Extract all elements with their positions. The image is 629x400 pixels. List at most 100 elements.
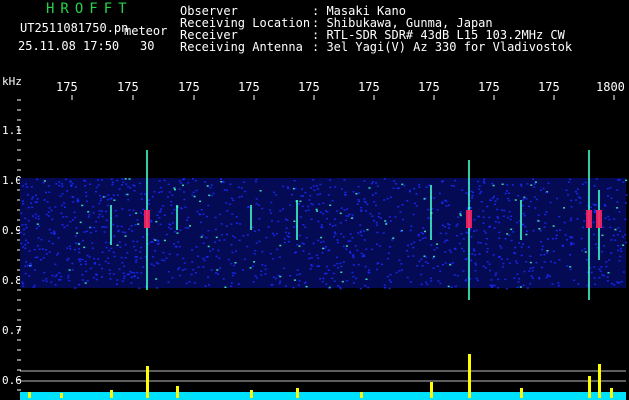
noise-speck (24, 247, 27, 250)
noise-speck (24, 217, 27, 220)
noise-speck (110, 247, 113, 250)
noise-speck (363, 255, 366, 257)
noise-speck (359, 230, 362, 232)
noise-speck (503, 209, 506, 212)
noise-speck (473, 230, 475, 232)
noise-speck (484, 232, 487, 234)
noise-speck (523, 197, 526, 200)
noise-speck (197, 255, 200, 257)
noise-speck (88, 256, 91, 258)
noise-speck (108, 273, 111, 275)
noise-speck (170, 204, 173, 206)
noise-speck (488, 216, 491, 219)
noise-speck (264, 268, 267, 271)
noise-speck (31, 206, 34, 208)
noise-speck (520, 183, 522, 186)
noise-speck (232, 274, 235, 277)
noise-speck (27, 206, 30, 209)
noise-speck (421, 265, 424, 267)
noise-speck (101, 210, 103, 212)
noise-speck (207, 245, 210, 248)
noise-speck (521, 205, 524, 207)
noise-speck (86, 280, 89, 282)
noise-speck (293, 279, 296, 281)
noise-speck (567, 181, 570, 183)
noise-speck (358, 200, 360, 203)
noise-speck (448, 204, 450, 207)
noise-speck (105, 246, 108, 249)
noise-speck (37, 237, 40, 239)
noise-speck (234, 236, 237, 239)
noise-speck (386, 275, 389, 278)
noise-speck (525, 261, 528, 263)
noise-speck (514, 246, 517, 249)
noise-speck (113, 235, 116, 237)
noise-speck (20, 242, 23, 245)
noise-speck (477, 215, 480, 217)
noise-speck (249, 267, 252, 269)
noise-speck (427, 217, 430, 219)
noise-speck (163, 179, 166, 182)
noise-speck (340, 207, 343, 209)
noise-speck (242, 235, 245, 237)
noise-speck (473, 218, 476, 221)
level-peak (28, 392, 31, 398)
noise-speck (427, 262, 429, 265)
noise-speck (22, 246, 25, 248)
noise-speck (322, 213, 325, 215)
noise-speck (317, 257, 320, 260)
noise-speck (60, 212, 63, 215)
noise-speck (131, 230, 134, 232)
noise-speck (112, 194, 115, 196)
noise-speck (603, 203, 606, 206)
noise-speck (34, 201, 37, 203)
noise-speck (617, 227, 620, 229)
noise-speck (525, 198, 528, 200)
noise-speck (84, 185, 86, 187)
noise-speck (21, 200, 24, 202)
noise-speck (349, 233, 352, 235)
noise-speck (67, 257, 70, 260)
noise-speck (58, 184, 61, 187)
noise-speck (155, 278, 158, 280)
noise-speck (103, 231, 106, 233)
noise-speck (183, 198, 186, 201)
noise-speck (36, 178, 39, 181)
noise-speck (465, 192, 468, 194)
noise-speck (559, 229, 561, 231)
noise-speck (127, 198, 130, 201)
noise-speck (239, 223, 242, 225)
noise-speck (240, 195, 243, 198)
noise-speck (184, 227, 187, 229)
noise-speck (58, 181, 61, 183)
noise-speck (339, 212, 342, 215)
noise-speck (482, 180, 485, 183)
noise-speck (403, 185, 406, 187)
noise-speck (149, 219, 152, 222)
noise-speck (453, 185, 456, 187)
noise-speck (436, 247, 439, 249)
noise-speck (61, 204, 64, 207)
noise-speck (223, 239, 226, 241)
noise-speck (215, 255, 218, 258)
noise-speck (471, 194, 474, 197)
noise-speck (191, 261, 194, 263)
noise-speck (54, 263, 57, 266)
noise-speck (370, 182, 373, 185)
noise-speck (533, 183, 536, 185)
noise-speck (159, 223, 162, 226)
noise-speck (510, 215, 513, 217)
noise-speck (486, 247, 489, 250)
noise-speck (592, 221, 595, 224)
noise-speck (97, 258, 100, 260)
noise-speck (275, 233, 278, 235)
noise-speck (130, 276, 133, 278)
noise-speck (300, 188, 303, 190)
noise-speck (73, 211, 76, 214)
noise-speck (329, 204, 332, 206)
noise-speck (470, 236, 473, 238)
noise-speck (576, 218, 579, 220)
noise-speck (622, 244, 625, 246)
noise-speck (413, 187, 416, 190)
noise-speck (422, 233, 424, 235)
